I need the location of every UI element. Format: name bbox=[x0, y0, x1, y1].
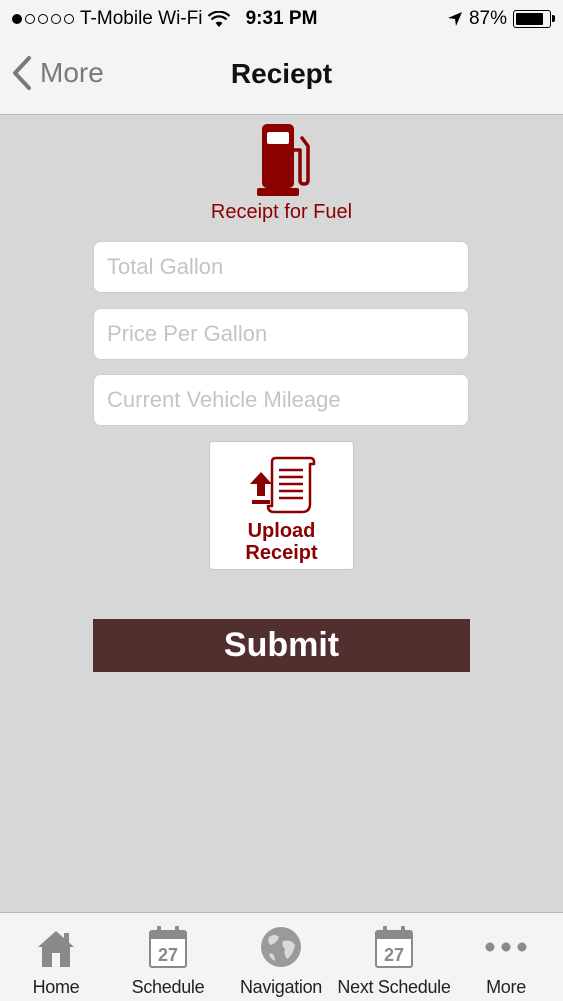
calendar-day: 27 bbox=[158, 945, 178, 965]
tab-more[interactable]: More bbox=[450, 913, 562, 1001]
tab-next-schedule[interactable]: 27 Next Schedule bbox=[337, 913, 451, 1001]
page-title: Reciept bbox=[230, 58, 333, 89]
upload-label-line2: Receipt bbox=[245, 542, 318, 564]
submit-button[interactable]: Submit bbox=[93, 619, 470, 672]
calendar-day: 27 bbox=[384, 945, 404, 965]
upload-receipt-button[interactable]: Upload Receipt bbox=[209, 441, 354, 570]
tab-schedule[interactable]: 27 Schedule bbox=[112, 913, 224, 1001]
fuel-pump-icon bbox=[257, 124, 310, 196]
navigation-bar: More Reciept bbox=[0, 38, 563, 115]
tab-navigation[interactable]: Navigation bbox=[225, 913, 337, 1001]
fuel-receipt-label: Receipt for Fuel bbox=[210, 201, 353, 223]
battery-percent: 87% bbox=[468, 8, 507, 29]
home-icon bbox=[38, 931, 74, 967]
globe-icon bbox=[261, 927, 301, 967]
status-right: 87% bbox=[447, 8, 555, 30]
tab-label: Schedule bbox=[131, 977, 205, 997]
vehicle-mileage-input[interactable] bbox=[93, 374, 469, 426]
upload-label-line1: Upload bbox=[247, 520, 316, 542]
tab-label: Next Schedule bbox=[337, 977, 451, 997]
calendar-icon: 27 bbox=[149, 926, 187, 968]
more-dots-icon bbox=[485, 942, 527, 952]
total-gallon-input[interactable] bbox=[93, 241, 469, 293]
tab-label: Home bbox=[32, 977, 80, 997]
location-arrow-icon bbox=[447, 12, 462, 26]
tab-bar: Home 27 Schedule Navigation 27 Next Sche… bbox=[0, 912, 563, 1001]
tab-label: More bbox=[486, 977, 526, 997]
price-per-gallon-input[interactable] bbox=[93, 308, 469, 360]
upload-receipt-label: Upload Receipt bbox=[210, 520, 353, 564]
status-bar: T-Mobile Wi-Fi 9:31 PM 87% bbox=[0, 0, 563, 38]
tab-home[interactable]: Home bbox=[0, 913, 112, 1001]
upload-document-icon bbox=[250, 456, 316, 514]
calendar-icon: 27 bbox=[375, 926, 413, 968]
battery-icon bbox=[513, 10, 555, 28]
tab-label: Navigation bbox=[239, 977, 323, 997]
